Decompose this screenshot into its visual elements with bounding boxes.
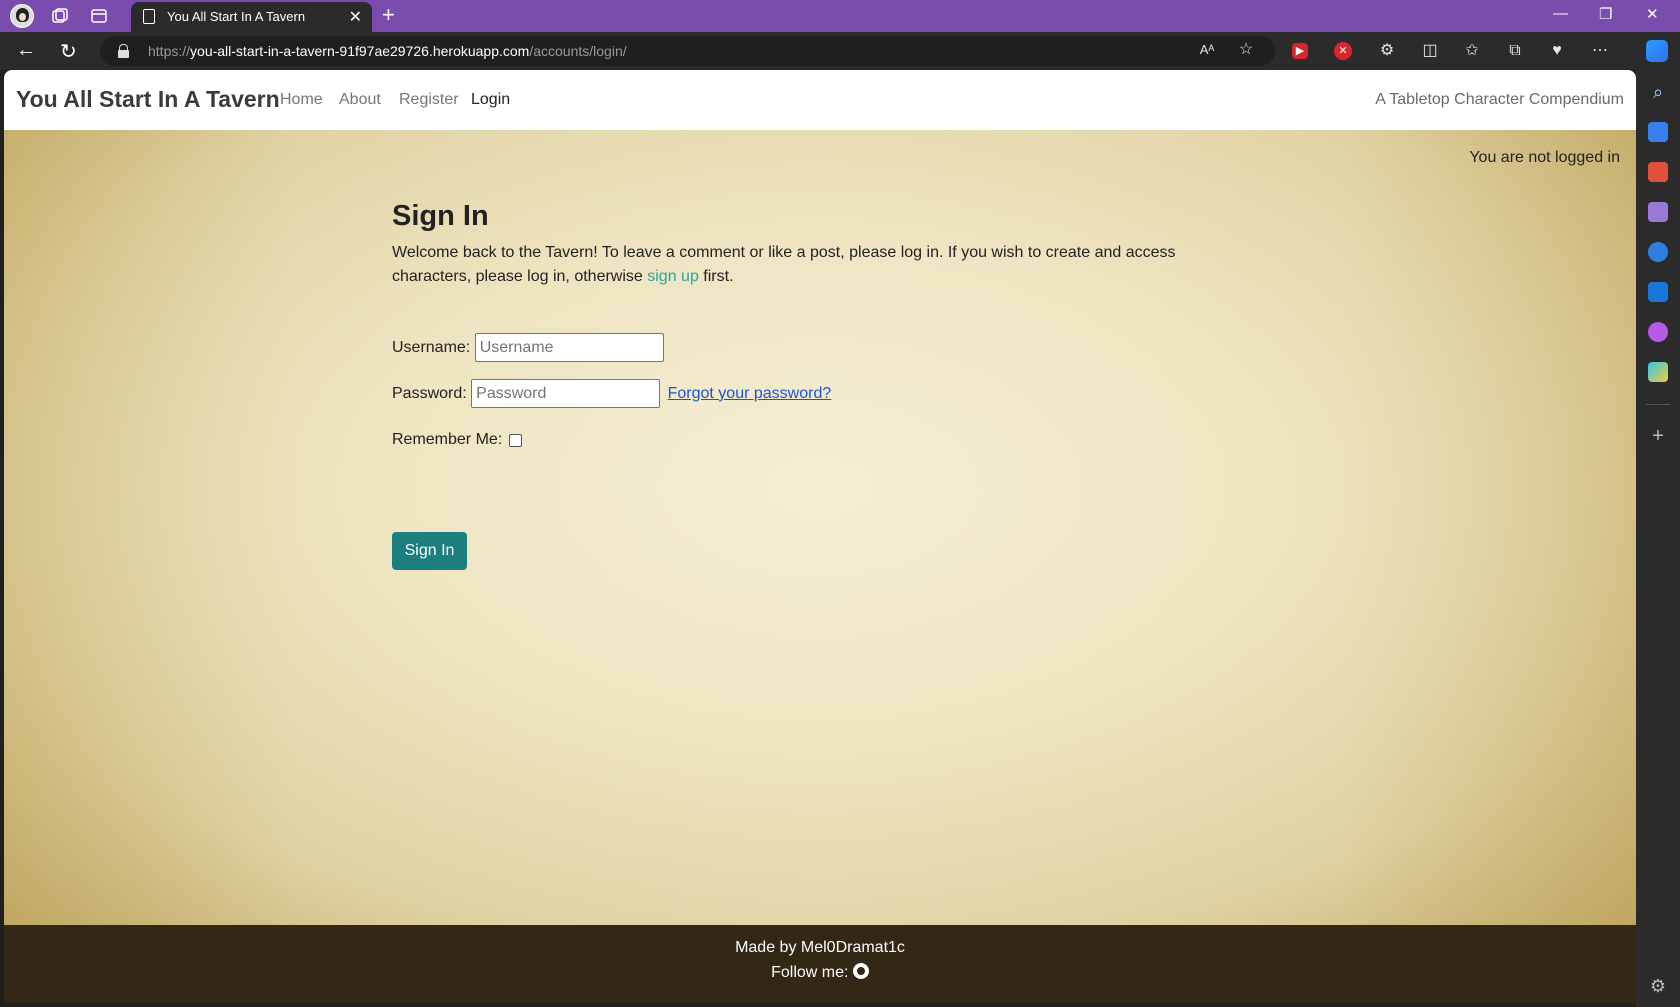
- nav-register[interactable]: Register: [399, 91, 459, 109]
- games-icon[interactable]: [1648, 202, 1668, 222]
- extensions-icon[interactable]: ⚙: [1377, 41, 1397, 61]
- bing-icon[interactable]: [1648, 242, 1668, 262]
- nav-about[interactable]: About: [339, 91, 381, 109]
- address-toolbar: ← ↻ https://you-all-start-in-a-tavern-91…: [0, 32, 1680, 70]
- more-icon[interactable]: ⋯: [1590, 41, 1610, 61]
- sign-in-button[interactable]: Sign In: [392, 532, 467, 570]
- nav-login[interactable]: Login: [471, 91, 510, 109]
- performance-icon[interactable]: ♥: [1547, 41, 1567, 61]
- extension-block-icon[interactable]: ✕: [1334, 42, 1352, 60]
- add-icon[interactable]: +: [1648, 426, 1668, 446]
- browser-tab-bar: You All Start In A Tavern ✕ + — ❐ ✕: [0, 0, 1680, 32]
- address-bar[interactable]: https://you-all-start-in-a-tavern-91f97a…: [100, 36, 1275, 66]
- footer-credit: Made by Mel0Dramat1c: [735, 939, 905, 956]
- intro-text-after: first.: [698, 268, 734, 285]
- favorites-icon[interactable]: ✩: [1462, 41, 1482, 61]
- parchment-background: You are not logged in Sign In Welcome ba…: [4, 130, 1636, 925]
- password-field[interactable]: [471, 379, 661, 408]
- username-label: Username:: [392, 338, 471, 356]
- site-navbar: You All Start In A Tavern Home About Reg…: [4, 70, 1636, 130]
- workspaces-icon[interactable]: [50, 6, 70, 26]
- tab-title: You All Start In A Tavern: [167, 9, 306, 24]
- outlook-icon[interactable]: [1648, 282, 1668, 302]
- new-tab-button[interactable]: +: [382, 2, 395, 28]
- close-tab-icon[interactable]: ✕: [349, 7, 362, 27]
- url-host: you-all-start-in-a-tavern-91f97ae29726.h…: [190, 43, 530, 59]
- forgot-password-link[interactable]: Forgot your password?: [668, 385, 832, 403]
- read-aloud-icon[interactable]: Aᴬ: [1197, 40, 1217, 60]
- settings-icon[interactable]: ⚙: [1648, 976, 1668, 996]
- restore-button[interactable]: ❐: [1599, 5, 1612, 23]
- url-path: /accounts/login/: [529, 43, 627, 59]
- site-tagline: A Tabletop Character Compendium: [1375, 91, 1624, 108]
- page-icon: [143, 9, 155, 24]
- sidebar-divider: [1646, 404, 1670, 405]
- follow-label: Follow me:: [771, 964, 849, 981]
- page-viewport: You All Start In A Tavern Home About Reg…: [4, 70, 1636, 1003]
- password-row: Password: Forgot your password?: [392, 379, 831, 408]
- remember-label: Remember Me:: [392, 431, 503, 448]
- favorite-star-icon[interactable]: ☆: [1236, 40, 1256, 60]
- lock-icon[interactable]: [118, 44, 129, 58]
- collections-icon[interactable]: ⧉: [1505, 41, 1525, 61]
- tools-icon[interactable]: [1648, 162, 1668, 182]
- intro-text-before: Welcome back to the Tavern! To leave a c…: [392, 244, 1176, 285]
- password-label: Password:: [392, 384, 467, 402]
- signin-section: Sign In Welcome back to the Tavern! To l…: [392, 200, 1252, 570]
- close-window-button[interactable]: ✕: [1646, 5, 1659, 23]
- extension-red-icon[interactable]: ▶: [1292, 43, 1308, 59]
- tab-actions-icon[interactable]: [89, 6, 109, 26]
- designer-icon[interactable]: [1648, 322, 1668, 342]
- username-field[interactable]: [474, 333, 664, 362]
- split-screen-icon[interactable]: ◫: [1420, 41, 1440, 61]
- remember-row: Remember Me:: [392, 431, 522, 449]
- intro-text: Welcome back to the Tavern! To leave a c…: [392, 241, 1252, 289]
- login-status: You are not logged in: [1469, 149, 1620, 166]
- site-footer: Made by Mel0Dramat1c Follow me:: [4, 925, 1636, 1003]
- remember-checkbox[interactable]: [508, 433, 522, 447]
- search-icon[interactable]: ⌕: [1648, 82, 1668, 102]
- nav-home[interactable]: Home: [280, 91, 323, 109]
- site-brand[interactable]: You All Start In A Tavern: [16, 86, 280, 113]
- back-button[interactable]: ←: [16, 39, 36, 62]
- minimize-button[interactable]: —: [1553, 5, 1568, 22]
- copilot-icon[interactable]: [1646, 40, 1668, 62]
- username-row: Username:: [392, 333, 664, 362]
- refresh-button[interactable]: ↻: [60, 39, 77, 64]
- url-scheme: https://: [148, 43, 191, 59]
- footer-follow: Follow me:: [4, 963, 1636, 982]
- shopping-icon[interactable]: [1648, 122, 1668, 142]
- url-text[interactable]: https://you-all-start-in-a-tavern-91f97a…: [148, 43, 627, 59]
- drop-icon[interactable]: [1648, 362, 1668, 382]
- sign-up-link[interactable]: sign up: [647, 268, 699, 285]
- profile-avatar[interactable]: [10, 4, 34, 28]
- github-icon[interactable]: [852, 963, 869, 979]
- tab-active[interactable]: You All Start In A Tavern ✕: [131, 2, 372, 32]
- page-title: Sign In: [392, 200, 489, 232]
- browser-sidebar: ⌕ + ⚙: [1636, 70, 1680, 1007]
